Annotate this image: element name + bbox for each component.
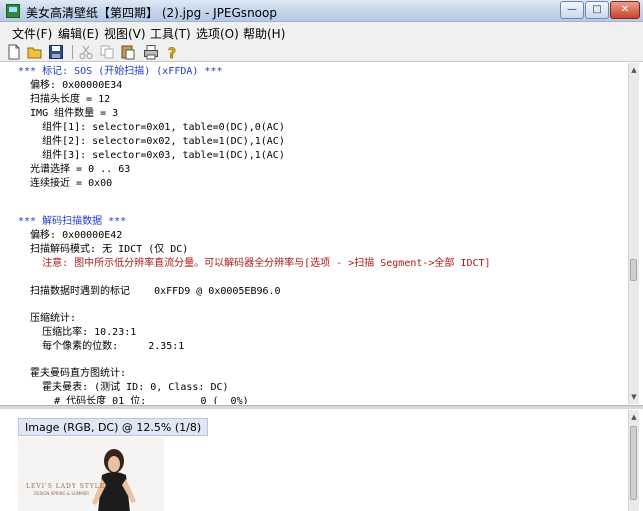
toolbar-separator [72, 45, 73, 59]
image-pane: Image (RGB, DC) @ 12.5% (1/8) LEVI'S LAD… [8, 410, 626, 511]
log-line: 组件[1]: selector=0x01, table=0(DC),0(AC) [18, 122, 285, 133]
toolbar: ? [0, 42, 643, 62]
woman-photo-icon [18, 437, 164, 511]
log-line: 组件[3]: selector=0x03, table=1(DC),1(AC) [18, 150, 285, 161]
log-scrollbar[interactable]: ▲ ▼ [628, 63, 639, 404]
log-line: *** 标记: SOS (开始扫描) (xFFDA) *** [18, 66, 223, 77]
decoded-image-thumbnail: LEVI'S LADY STYLE DESIGN SPRING & SUMMER [18, 437, 164, 511]
log-line: 扫描头长度 = 12 [18, 94, 111, 105]
minimize-button[interactable]: — [560, 1, 584, 19]
cut-icon[interactable] [78, 44, 94, 60]
log-line: IMG 组件数量 = 3 [18, 108, 119, 119]
log-line: 组件[2]: selector=0x02, table=1(DC),1(AC) [18, 136, 285, 147]
image-scroll-thumb[interactable] [630, 426, 637, 500]
save-icon[interactable] [48, 44, 64, 60]
new-icon[interactable] [6, 44, 22, 60]
menu-help[interactable]: 帮助(H) [243, 25, 285, 42]
window-title: 美女高清壁纸【第四期】 (2).jpg - JPEGsnoop [26, 6, 277, 20]
image-scroll-up-icon[interactable]: ▲ [629, 410, 639, 424]
image-caption: Image (RGB, DC) @ 12.5% (1/8) [18, 418, 209, 436]
menu-view[interactable]: 视图(V) [104, 25, 146, 42]
help-icon[interactable]: ? [164, 44, 180, 60]
print-icon[interactable] [143, 44, 159, 60]
image-scrollbar[interactable]: ▲ [628, 410, 639, 511]
log-line: 霍夫曼码直方图统计: [18, 368, 127, 379]
title-bar: 美女高清壁纸【第四期】 (2).jpg - JPEGsnoop — □ ✕ [0, 0, 643, 22]
svg-text:?: ? [168, 46, 176, 60]
menu-options[interactable]: 选项(O) [196, 25, 239, 42]
log-line: 注意: 图中所示低分辨率直流分量。可以解码器全分辨率与[选项 - >扫描 Seg… [18, 258, 491, 269]
log-scroll-thumb[interactable] [630, 259, 637, 281]
menu-tools[interactable]: 工具(T) [150, 25, 191, 42]
thumbnail-brand-text: LEVI'S LADY STYLE [26, 483, 106, 490]
log-line: 压缩比率: 10.23:1 [18, 327, 137, 338]
log-line: 扫描解码模式: 无 IDCT (仅 DC) [18, 244, 189, 255]
menu-edit[interactable]: 编辑(E) [58, 25, 99, 42]
menu-bar: 文件(F) 编辑(E) 视图(V) 工具(T) 选项(O) 帮助(H) [0, 22, 643, 42]
pane-splitter[interactable] [0, 405, 643, 409]
scroll-down-icon[interactable]: ▼ [629, 390, 639, 404]
log-line: 偏移: 0x00000E34 [18, 80, 123, 91]
log-line: 霍夫曼表: (测试 ID: 0, Class: DC) [18, 382, 229, 393]
log-line: *** 解码扫描数据 *** [18, 216, 127, 227]
close-button[interactable]: ✕ [610, 1, 640, 19]
paste-icon[interactable] [120, 44, 136, 60]
thumbnail-subtext: DESIGN SPRING & SUMMER [34, 491, 90, 496]
log-line: 压缩统计: [18, 313, 77, 324]
log-line: 光谱选择 = 0 .. 63 [18, 164, 131, 175]
scroll-up-icon[interactable]: ▲ [629, 63, 639, 77]
maximize-button[interactable]: □ [585, 1, 609, 19]
copy-icon[interactable] [99, 44, 115, 60]
log-pane[interactable]: *** 标记: SOS (开始扫描) (xFFDA) *** 偏移: 0x000… [8, 63, 634, 404]
log-line: 扫描数据时遇到的标记 0xFFD9 @ 0x0005EB96.0 [18, 286, 281, 297]
log-line: 连续接近 = 0x00 [18, 178, 113, 189]
log-line: 每个像素的位数: 2.35:1 [18, 341, 185, 352]
jpegsnoop-app-icon [6, 4, 20, 18]
log-line: # 代码长度 01 位: 0 ( 0%) [18, 396, 249, 404]
open-icon[interactable] [27, 44, 43, 60]
log-line: 偏移: 0x00000E42 [18, 230, 123, 241]
menu-file[interactable]: 文件(F) [12, 25, 52, 42]
